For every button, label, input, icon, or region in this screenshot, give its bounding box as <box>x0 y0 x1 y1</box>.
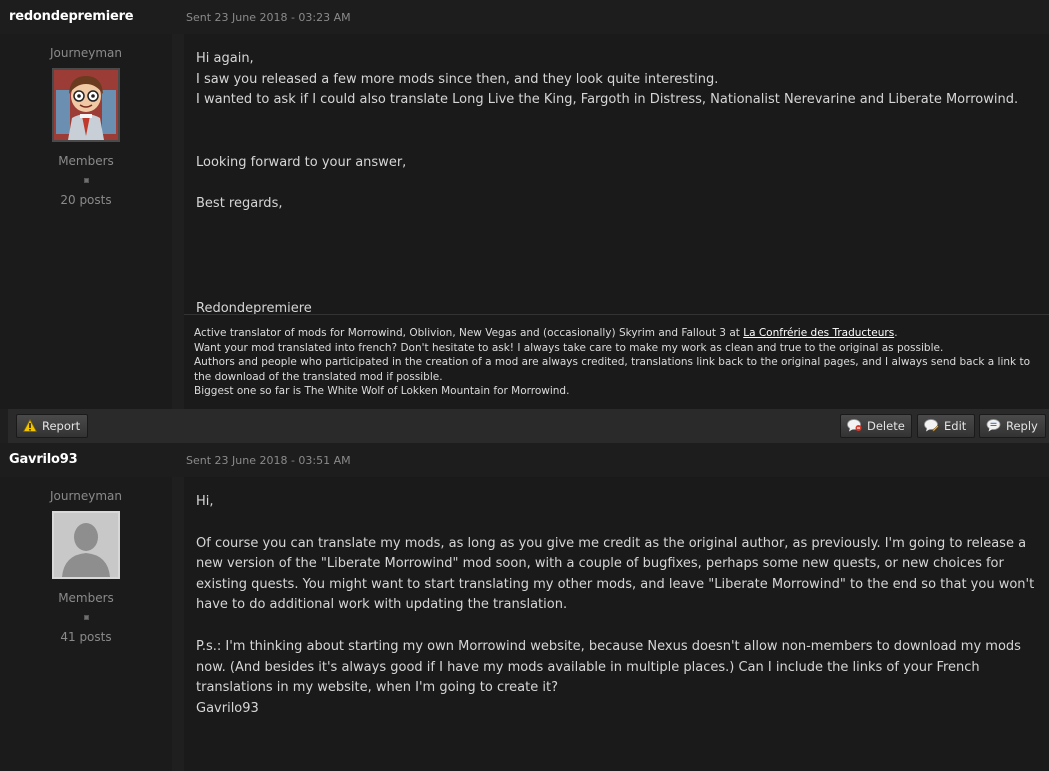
post-line <box>196 215 1037 236</box>
signature-text: . <box>894 327 898 339</box>
author-avatar[interactable] <box>52 68 120 142</box>
post-body: Hi again, I saw you released a few more … <box>184 34 1049 316</box>
author-sidebar: Journeyman Members 20 posts <box>0 34 172 409</box>
speech-bubble-reply-icon <box>986 419 1001 432</box>
speech-bubble-delete-icon <box>847 419 862 432</box>
post-line: Hi, <box>196 494 214 509</box>
post-content: Hi again, I saw you released a few more … <box>184 34 1049 320</box>
author-post-count: 41 posts <box>60 630 112 644</box>
report-button[interactable]: Report <box>16 414 88 438</box>
default-user-avatar-icon <box>54 513 118 577</box>
rank-pip-icon <box>83 615 89 620</box>
cartoon-avatar-icon <box>54 70 118 140</box>
post-line: Of course you can translate my mods, as … <box>196 535 1035 613</box>
post-date: Sent 23 June 2018 - 03:23 AM <box>186 11 351 24</box>
post-line <box>196 278 1037 299</box>
post-line: Gavrilo93 <box>196 700 259 716</box>
delete-label: Delete <box>867 419 905 433</box>
post-header: Gavrilo93 Sent 23 June 2018 - 03:51 AM <box>0 443 1049 477</box>
reply-label: Reply <box>1006 419 1038 433</box>
post-line: Looking forward to your answer, <box>196 154 407 170</box>
signature-line: Want your mod translated into french? Do… <box>194 341 944 354</box>
signature-line: Authors and people who participated in t… <box>194 356 1030 383</box>
signature-line: Active translator of mods for Morrowind,… <box>194 326 1039 341</box>
post-signature: Active translator of mods for Morrowind,… <box>184 314 1049 409</box>
author-avatar[interactable] <box>52 511 120 579</box>
message-post: Gavrilo93 Sent 23 June 2018 - 03:51 AM J… <box>0 443 1049 771</box>
reply-button[interactable]: Reply <box>979 414 1046 438</box>
signature-text: Active translator of mods for Morrowind,… <box>194 327 744 339</box>
post-line: I wanted to ask if I could also translat… <box>196 92 1019 108</box>
edit-label: Edit <box>944 419 967 433</box>
author-rank: Journeyman <box>50 489 122 503</box>
author-group: Members <box>58 154 114 168</box>
post-actions-bar: Report Delete Edit Reply <box>8 409 1049 443</box>
post-content: Hi, Of course you can translate my mods,… <box>184 477 1049 719</box>
post-line <box>196 173 1037 194</box>
post-line <box>196 111 1037 132</box>
post-line <box>196 236 1037 257</box>
signature-link[interactable]: La Confrérie des Traducteurs <box>743 327 894 339</box>
post-line: Best regards, <box>196 196 283 212</box>
post-line: I saw you released a few more mods since… <box>196 71 719 87</box>
post-line <box>196 513 1037 534</box>
author-rank: Journeyman <box>50 46 122 60</box>
post-line: P.s.: I'm thinking about starting my own… <box>196 638 1021 696</box>
post-line: Hi again, <box>196 51 254 66</box>
rank-pip-icon <box>83 178 89 183</box>
edit-button[interactable]: Edit <box>917 414 975 438</box>
warning-icon <box>23 419 37 432</box>
delete-button[interactable]: Delete <box>840 414 912 438</box>
post-body: Hi, Of course you can translate my mods,… <box>184 477 1049 771</box>
author-group: Members <box>58 591 114 605</box>
author-sidebar: Journeyman Members 41 posts <box>0 477 172 771</box>
post-header: redondepremiere Sent 23 June 2018 - 03:2… <box>0 0 1049 34</box>
message-post: redondepremiere Sent 23 June 2018 - 03:2… <box>0 0 1049 443</box>
author-post-count: 20 posts <box>60 193 112 207</box>
author-name-link[interactable]: Gavrilo93 <box>9 452 78 467</box>
post-line <box>196 132 1037 153</box>
post-line <box>196 257 1037 278</box>
post-line <box>196 616 1037 637</box>
speech-bubble-edit-icon <box>924 419 939 432</box>
post-date: Sent 23 June 2018 - 03:51 AM <box>186 454 351 467</box>
report-label: Report <box>42 419 81 433</box>
signature-line: Biggest one so far is The White Wolf of … <box>194 385 570 397</box>
author-name-link[interactable]: redondepremiere <box>9 9 134 24</box>
